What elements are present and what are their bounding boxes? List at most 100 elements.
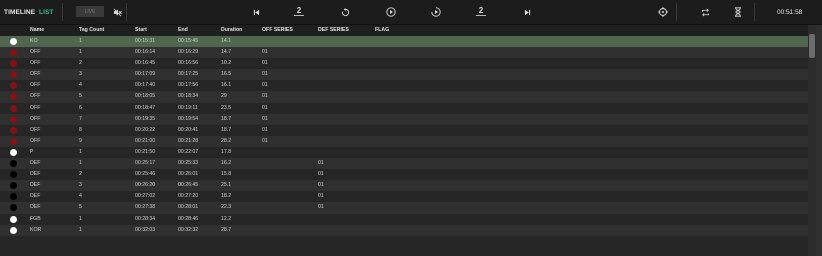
cell-end: 00:17:56 [178,82,199,89]
table-row[interactable]: KO 1 00:15:31 00:15:45 14.1 [0,36,808,48]
divider [126,3,127,21]
target-button[interactable] [656,0,670,24]
table-body: KO 1 00:15:31 00:15:45 14.1 OFF 1 00:16:14 00:16… [0,36,808,236]
table-row[interactable]: DEF 1 00:25:17 00:25:33 16.2 01 [0,158,808,170]
table-row[interactable]: OFF 2 00:16:45 00:16:56 10.2 01 [0,58,808,70]
cell-tag-count: 5 [79,204,82,211]
tab-timeline[interactable]: TIMELINE [4,0,35,24]
cell-tag-count: 1 [79,38,82,44]
cell-name: P [30,148,34,155]
color-dot-black [10,171,17,179]
hourglass-icon [735,7,741,17]
rewind-2-icon: 2 [296,6,302,15]
cell-off-series: 01 [262,71,268,78]
hourglass-button[interactable] [731,0,745,24]
cell-name: OFF [30,60,41,67]
table-row[interactable]: OFF 9 00:21:00 00:21:28 28.2 01 [0,135,808,147]
table-row[interactable]: OFF 7 00:19:35 00:19:54 18.7 01 [0,113,808,125]
cell-duration: 28.7 [221,226,232,233]
cell-off-series: 01 [262,60,268,67]
cell-start: 00:27:02 [135,193,156,200]
table-row[interactable]: FGB 1 00:28:34 00:28:46 12.2 [0,213,808,225]
cell-start: 00:32:03 [135,226,156,233]
table-row[interactable]: OFF 8 00:20:22 00:20:41 18.7 01 [0,124,808,136]
table-row[interactable]: DEF 2 00:25:46 00:26:01 15.8 01 [0,169,808,181]
column-header-tag-count[interactable]: Tag Count [79,25,104,36]
table-row[interactable]: DEF 3 00:26:20 00:26:45 25.1 01 [0,180,808,192]
cell-duration: 18.2 [221,193,232,200]
skip-to-start-button[interactable] [249,0,263,24]
skip-to-end-button[interactable] [520,0,534,24]
play-button[interactable] [384,0,398,24]
replay-button[interactable] [338,0,352,24]
table-row[interactable]: DEF 5 00:27:38 00:28:01 22.3 01 [0,202,808,214]
vertical-scrollbar[interactable] [808,25,816,256]
mute-speaker-icon[interactable] [110,0,124,24]
table-row[interactable]: OFF 1 00:16:14 00:16:29 14.7 01 [0,47,808,59]
table-row[interactable]: OFF 3 00:17:09 00:17:25 16.5 01 [0,69,808,81]
cell-end: 00:28:01 [178,204,199,211]
forward-2s-button[interactable]: 2 [474,0,488,24]
cell-tag-count: 8 [79,126,82,133]
cell-name: OFF [30,49,41,56]
cell-name: DEF [30,204,41,211]
play-circle-icon [386,7,396,17]
scrollbar-thumb[interactable] [809,34,815,58]
loop-play-button[interactable] [429,0,443,24]
repeat-icon [701,8,709,16]
cell-end: 00:25:33 [178,160,199,167]
column-header-flag[interactable]: FLAG [375,25,389,36]
cell-start: 00:16:45 [135,60,156,67]
color-dot-white [10,226,17,234]
cell-name: FGB [30,215,41,222]
table-row[interactable]: P 1 00:21:50 00:22:07 17.8 [0,146,808,159]
cell-tag-count: 4 [79,82,82,89]
color-dot-black [10,182,17,190]
column-header-duration[interactable]: Duration [221,25,242,36]
cell-end: 00:20:41 [178,126,199,133]
column-header-start[interactable]: Start [135,25,147,36]
tab-list[interactable]: LIST [39,0,53,24]
table-row[interactable]: DEF 4 00:27:02 00:27:20 18.2 01 [0,191,808,203]
color-dot-red [10,137,17,145]
cell-off-series: 01 [262,49,268,56]
cell-start: 00:19:35 [135,115,156,122]
cell-def-series: 01 [318,193,324,200]
cell-tag-count: 3 [79,182,82,189]
cell-tag-count: 4 [79,193,82,200]
cell-end: 00:17:25 [178,71,199,78]
table-row[interactable]: KOR 1 00:32:03 00:32:32 28.7 [0,224,808,236]
cell-duration: 16.1 [221,82,232,89]
cell-tag-count: 1 [79,226,82,233]
table-row[interactable]: OFF 5 00:18:05 00:18:34 29 01 [0,91,808,103]
rewind-2s-button[interactable]: 2 [292,0,306,24]
event-list-table: Name Tag Count Start End Duration OFF SE… [0,25,808,236]
cell-off-series: 01 [262,104,268,111]
table-row[interactable]: OFF 4 00:17:40 00:17:56 16.1 01 [0,80,808,92]
cell-end: 00:21:28 [178,137,199,144]
live-button[interactable]: LIVE [76,6,104,17]
divider [676,3,677,21]
cell-name: OFF [30,82,41,89]
column-header-def-series[interactable]: DEF SERIES [318,25,349,36]
cell-off-series: 01 [262,137,268,144]
color-dot-red [10,60,17,68]
column-header-end[interactable]: End [178,25,188,36]
cell-end: 00:15:45 [178,38,199,44]
cell-tag-count: 9 [79,137,82,144]
cell-duration: 18.7 [221,115,232,122]
cell-duration: 29 [221,93,227,100]
color-dot-red [10,82,17,90]
repeat-button[interactable] [698,0,712,24]
color-dot-black [10,160,17,168]
color-dot-white [10,215,17,223]
cell-start: 00:16:14 [135,49,156,56]
cell-off-series: 01 [262,115,268,122]
column-header-name[interactable]: Name [30,25,44,36]
cell-duration: 22.3 [221,204,232,211]
table-row[interactable]: OFF 6 00:18:47 00:19:11 23.5 01 [0,102,808,114]
column-header-off-series[interactable]: OFF SERIES [262,25,293,36]
cell-duration: 23.5 [221,104,232,111]
color-dot-white [10,148,17,156]
cell-tag-count: 2 [79,60,82,67]
